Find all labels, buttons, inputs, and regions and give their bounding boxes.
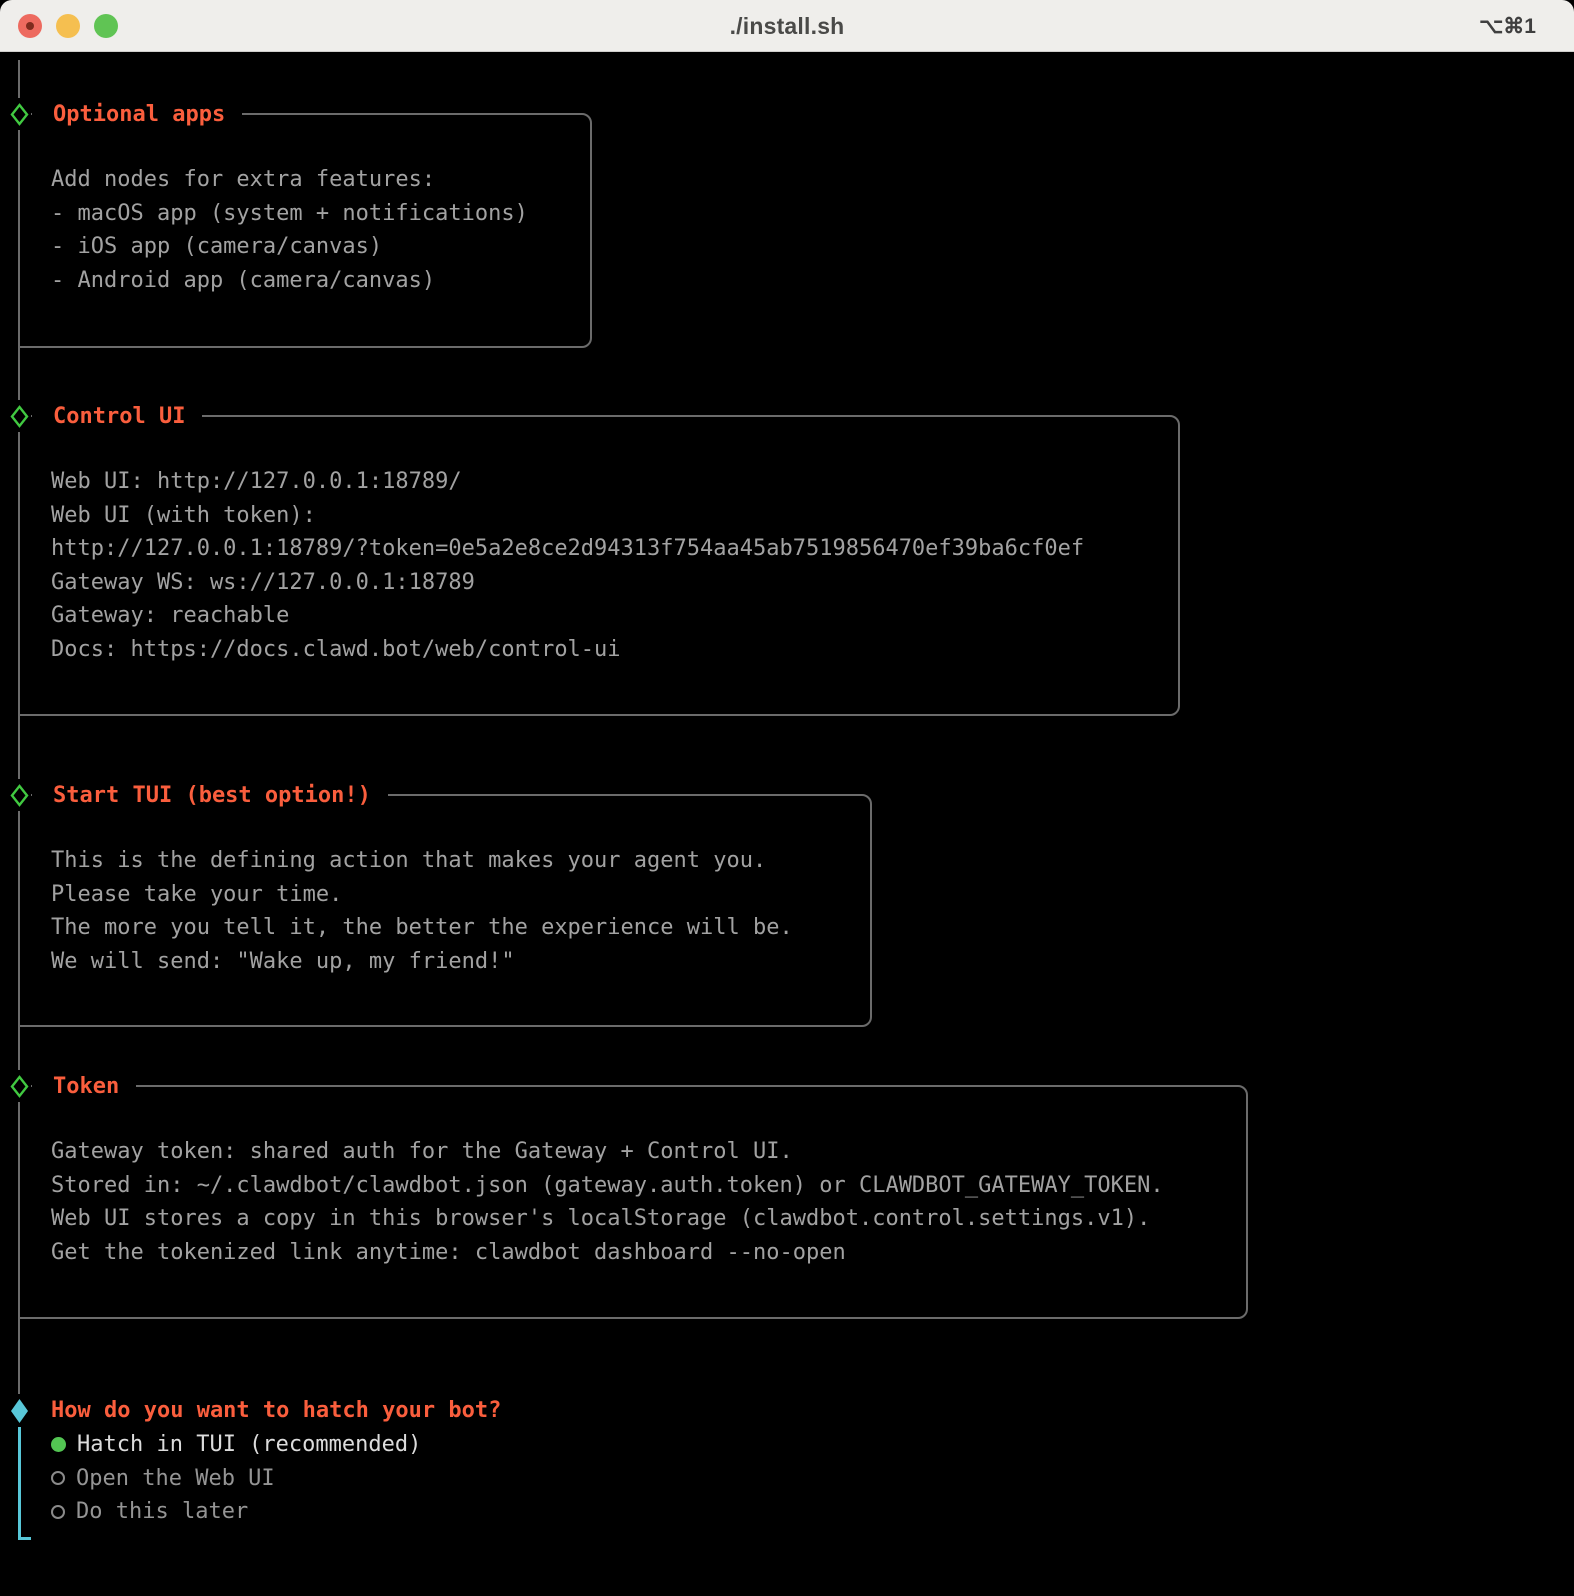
terminal-line: http://127.0.0.1:18789/?token=0e5a2e8ce2… bbox=[51, 532, 1084, 566]
terminal-content: Optional apps Add nodes for extra featur… bbox=[0, 52, 1574, 1596]
prompt-diamond-icon bbox=[7, 1395, 31, 1427]
terminal-line: Gateway token: shared auth for the Gatew… bbox=[51, 1135, 1164, 1169]
terminal-line: Web UI (with token): bbox=[51, 499, 1084, 533]
option-row[interactable]: Do this later bbox=[51, 1495, 421, 1529]
radio-unselected-icon bbox=[51, 1471, 65, 1485]
radio-unselected-icon bbox=[51, 1505, 65, 1519]
terminal-window: ./install.sh ⌥⌘1 Optional apps Add nodes… bbox=[0, 0, 1574, 1596]
terminal-line: Gateway: reachable bbox=[51, 599, 1084, 633]
token-title: Token bbox=[32, 1069, 136, 1105]
option-label: Do this later bbox=[76, 1495, 248, 1529]
optional-apps-body: Add nodes for extra features:- macOS app… bbox=[51, 163, 528, 297]
terminal-line: Docs: https://docs.clawd.bot/web/control… bbox=[51, 633, 1084, 667]
terminal-line: - iOS app (camera/canvas) bbox=[51, 230, 528, 264]
terminal-line: We will send: "Wake up, my friend!" bbox=[51, 945, 793, 979]
terminal-line: Please take your time. bbox=[51, 878, 793, 912]
terminal-line: Stored in: ~/.clawdbot/clawdbot.json (ga… bbox=[51, 1169, 1164, 1203]
terminal-line: Gateway WS: ws://127.0.0.1:18789 bbox=[51, 566, 1084, 600]
control-ui-title: Control UI bbox=[32, 399, 202, 435]
start-tui-title: Start TUI (best option!) bbox=[32, 778, 388, 814]
optional-apps-title: Optional apps bbox=[32, 97, 242, 133]
titlebar: ./install.sh ⌥⌘1 bbox=[0, 0, 1574, 52]
section-diamond-icon bbox=[7, 1070, 31, 1102]
option-row[interactable]: Open the Web UI bbox=[51, 1462, 421, 1496]
terminal-line: Web UI: http://127.0.0.1:18789/ bbox=[51, 465, 1084, 499]
control-ui-body: Web UI: http://127.0.0.1:18789/Web UI (w… bbox=[51, 465, 1084, 667]
option-label: Hatch in TUI (recommended) bbox=[77, 1428, 421, 1462]
window-title: ./install.sh bbox=[0, 0, 1574, 52]
token-body: Gateway token: shared auth for the Gatew… bbox=[51, 1135, 1164, 1269]
option-row[interactable]: Hatch in TUI (recommended) bbox=[51, 1428, 421, 1462]
terminal-line: - macOS app (system + notifications) bbox=[51, 197, 528, 231]
terminal-line: Web UI stores a copy in this browser's l… bbox=[51, 1202, 1164, 1236]
terminal-line: The more you tell it, the better the exp… bbox=[51, 911, 793, 945]
terminal-line: - Android app (camera/canvas) bbox=[51, 264, 528, 298]
prompt-connector-line bbox=[18, 1427, 31, 1540]
terminal-line: Add nodes for extra features: bbox=[51, 163, 528, 197]
radio-selected-icon bbox=[51, 1437, 66, 1452]
section-diamond-icon bbox=[7, 779, 31, 811]
prompt-options: Hatch in TUI (recommended)Open the Web U… bbox=[51, 1428, 421, 1529]
section-diamond-icon bbox=[7, 98, 31, 130]
start-tui-body: This is the defining action that makes y… bbox=[51, 844, 793, 978]
terminal-line: This is the defining action that makes y… bbox=[51, 844, 793, 878]
tab-shortcut: ⌥⌘1 bbox=[1479, 0, 1536, 52]
option-label: Open the Web UI bbox=[76, 1462, 275, 1496]
terminal-line: Get the tokenized link anytime: clawdbot… bbox=[51, 1236, 1164, 1270]
prompt-question: How do you want to hatch your bot? bbox=[51, 1394, 501, 1428]
section-diamond-icon bbox=[7, 400, 31, 432]
